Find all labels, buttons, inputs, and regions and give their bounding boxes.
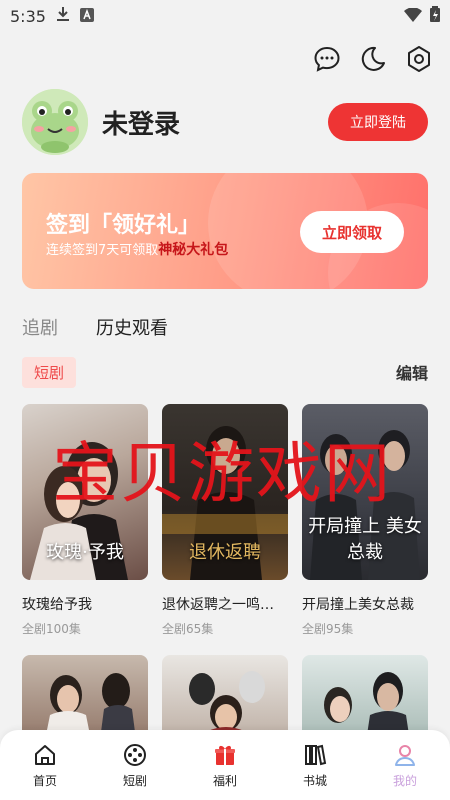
bottom-nav: 首页 短剧 福利 书城 我的 xyxy=(0,730,450,800)
watch-tabs: 追剧 历史观看 xyxy=(22,314,168,340)
avatar-frog[interactable] xyxy=(22,89,88,155)
poster-caption: 玫瑰·予我 xyxy=(46,542,124,563)
books-icon xyxy=(302,742,328,768)
edit-button[interactable]: 编辑 xyxy=(396,360,428,384)
profile-icon xyxy=(392,742,418,768)
nav-label: 首页 xyxy=(32,773,57,788)
message-icon[interactable] xyxy=(312,44,342,74)
nav-item-short-drama[interactable]: 短剧 xyxy=(90,730,180,800)
login-button[interactable]: 立即登陆 xyxy=(328,103,428,141)
app-notification-icon xyxy=(79,7,94,26)
nav-item-home[interactable]: 首页 xyxy=(0,730,90,800)
tab-following[interactable]: 追剧 xyxy=(22,314,58,340)
drama-episodes: 全剧100集 xyxy=(22,622,81,636)
banner-subtitle-prefix: 连续签到7天可领取 xyxy=(46,243,159,258)
battery-icon xyxy=(430,6,440,26)
banner-subtitle-highlight: 神秘大礼包 xyxy=(158,242,229,258)
profile-row: 未登录 立即登陆 xyxy=(22,88,428,156)
nav-label: 福利 xyxy=(212,773,237,788)
download-icon xyxy=(56,6,70,26)
poster-caption: 退休返聘 xyxy=(189,542,261,563)
short-drama-chip[interactable]: 短剧 xyxy=(22,356,77,388)
status-bar: 5:35 xyxy=(0,0,450,32)
claim-button[interactable]: 立即领取 xyxy=(300,211,404,253)
status-time: 5:35 xyxy=(10,6,46,26)
gift-icon xyxy=(212,742,238,768)
nav-label: 我的 xyxy=(392,773,417,788)
drama-title: 玫瑰给予我 xyxy=(22,597,92,613)
drama-title: 开局撞上美女总裁 xyxy=(302,597,414,613)
drama-episodes: 全剧65集 xyxy=(162,622,214,636)
nav-label: 短剧 xyxy=(122,773,147,788)
tab-history[interactable]: 历史观看 xyxy=(96,314,168,340)
nav-label: 书城 xyxy=(302,773,327,788)
nav-item-bookstore[interactable]: 书城 xyxy=(270,730,360,800)
username-label: 未登录 xyxy=(102,109,181,140)
wifi-icon xyxy=(404,6,422,26)
checkin-banner[interactable]: 签到「领好礼」 连续签到7天可领取神秘大礼包 立即领取 xyxy=(22,173,428,289)
moon-icon[interactable] xyxy=(358,44,388,74)
banner-subtitle: 连续签到7天可领取神秘大礼包 xyxy=(46,239,228,259)
home-icon xyxy=(32,742,58,768)
banner-title: 签到「领好礼」 xyxy=(46,213,201,238)
settings-icon[interactable] xyxy=(404,44,434,74)
section-header: 短剧 编辑 xyxy=(22,356,428,388)
watermark-text: 宝贝游戏网 xyxy=(52,435,392,512)
nav-item-mine[interactable]: 我的 xyxy=(360,730,450,800)
drama-episodes: 全剧95集 xyxy=(302,622,354,636)
nav-item-welfare[interactable]: 福利 xyxy=(180,730,270,800)
drama-title: 退休返聘之一鸣… xyxy=(162,597,274,613)
top-action-icons xyxy=(312,44,434,74)
film-reel-icon xyxy=(122,742,148,768)
poster-caption: 开局撞上 美女总裁 xyxy=(308,516,422,563)
